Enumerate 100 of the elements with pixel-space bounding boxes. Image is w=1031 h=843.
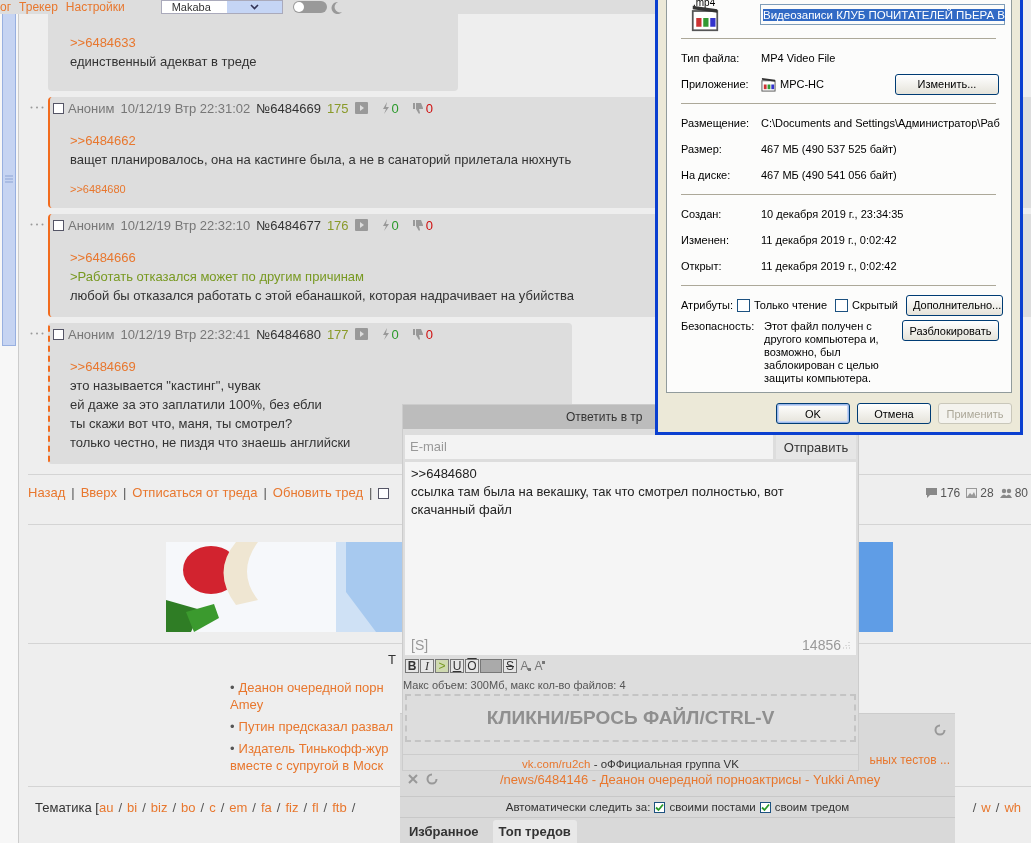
reply-link[interactable]: >>6484666 [70, 248, 136, 267]
nav-link[interactable]: Настройки [65, 0, 125, 14]
font-larger-button[interactable]: A [532, 659, 545, 673]
board-link[interactable]: fa [260, 800, 272, 816]
resize-grip-icon[interactable] [843, 641, 850, 649]
thread-link[interactable]: Отписаться от треда [132, 485, 258, 501]
property-label: Изменен: [681, 234, 730, 246]
post-author: Аноним [68, 100, 115, 116]
post-number[interactable]: №6484677 [256, 217, 321, 233]
thread-checkbox[interactable] [378, 487, 390, 499]
close-icon[interactable] [408, 774, 418, 784]
separator: / [303, 800, 308, 816]
property-label: Размер: [681, 143, 723, 155]
separator: / [118, 800, 123, 816]
strikethrough-button[interactable]: S [503, 659, 517, 673]
quote-button[interactable]: > [435, 659, 449, 673]
follow-checkbox[interactable] [759, 801, 771, 813]
separator: / [200, 800, 205, 816]
unblock-button[interactable]: Разблокировать [902, 320, 999, 341]
lightning-icon[interactable] [381, 102, 389, 114]
news-link[interactable]: Путин предсказал развал [238, 719, 393, 734]
news-link[interactable]: вместе с супругой в Моск [230, 758, 384, 773]
thread-link[interactable]: Назад [28, 485, 66, 501]
play-icon[interactable] [354, 102, 368, 114]
news-link[interactable]: /news/6484146 - Деанон очередной порноактрисы - Yukki Amey [500, 771, 881, 787]
follow-checkbox[interactable] [654, 801, 666, 813]
play-icon[interactable] [354, 328, 368, 340]
message-field[interactable]: >>6484680 ссылка там была на векашку, так что смотрел полностью, вот скачанный файл [S] 14856 [405, 462, 856, 655]
image-count: 28 [980, 485, 994, 501]
reply-link[interactable]: >>6484633 [70, 33, 136, 52]
property-value: C:\Documents and Settings\Администратор\Раб [761, 117, 1000, 129]
file-name-field[interactable]: Видеозаписи КЛУБ ПОЧИТАТЕЛЕЙ ПЬЕРА В [760, 4, 1005, 25]
attribute-checkbox[interactable] [736, 298, 750, 312]
nav-link[interactable]: Трекер [19, 0, 58, 14]
post-author: Аноним [68, 217, 115, 233]
overline-button[interactable]: O [465, 659, 479, 673]
ellipsis-icon[interactable] [30, 106, 44, 109]
separator: / [323, 800, 328, 816]
poster-count: 80 [1014, 485, 1028, 501]
favorite-thread[interactable]: ьных тестов ... [869, 751, 950, 769]
news-link[interactable]: Деанон очередной порн [238, 680, 384, 695]
news-link[interactable]: Amey [230, 697, 264, 712]
reply-link[interactable]: >>6484662 [70, 131, 136, 150]
board-link[interactable]: biz [150, 800, 168, 816]
board-link[interactable]: wh [1004, 800, 1021, 815]
attribute-checkbox[interactable] [835, 298, 849, 312]
spoiler-button[interactable] [480, 659, 502, 673]
post-number[interactable]: №6484680 [256, 326, 321, 342]
grip-icon [5, 175, 13, 184]
play-icon[interactable] [354, 219, 368, 231]
board-link[interactable]: ftb [332, 800, 347, 816]
thumbs-down-icon[interactable] [412, 102, 423, 114]
underline-button[interactable]: U [450, 659, 464, 673]
toggle-switch[interactable] [292, 1, 327, 13]
thread-link[interactable]: Вверх [80, 485, 117, 501]
board-link[interactable]: fl [312, 800, 319, 816]
dislike-count: 0 [425, 217, 434, 233]
submit-button[interactable]: Отправить [776, 435, 856, 459]
post-checkbox[interactable] [53, 219, 64, 231]
separator: | [369, 485, 373, 501]
board-link[interactable]: bo [181, 800, 196, 816]
style-select[interactable]: Makaba [160, 0, 283, 14]
post-index: 176 [326, 217, 349, 233]
nav-link[interactable]: ог [0, 0, 12, 14]
board-link[interactable]: em [229, 800, 248, 816]
panel-tab[interactable]: Топ тредов [492, 820, 577, 843]
vk-link[interactable]: vk.com/ru2ch [522, 758, 591, 770]
reply-link[interactable]: >>6484669 [70, 357, 136, 376]
thumbs-down-icon[interactable] [412, 219, 423, 231]
dialog-button[interactable]: Отмена [857, 403, 931, 424]
refresh-icon[interactable] [426, 773, 438, 785]
scrollbar-thumb[interactable] [2, 14, 16, 346]
change-button[interactable]: Изменить... [895, 73, 999, 95]
post-checkbox[interactable] [53, 102, 64, 114]
board-link[interactable]: c [209, 800, 216, 816]
italic-button[interactable]: I [420, 659, 434, 673]
email-field[interactable]: E-mail [405, 435, 773, 459]
bold-button[interactable]: B [405, 659, 419, 673]
advanced-button[interactable]: Дополнительно... [905, 294, 1003, 316]
dialog-button[interactable]: OK [776, 403, 850, 424]
file-drop-zone[interactable]: КЛИКНИ/БРОСЬ ФАЙЛ/CTRL-V [405, 694, 856, 742]
reply-link[interactable]: >>6484680 [70, 183, 126, 195]
thread-link[interactable]: Обновить тред [272, 485, 363, 501]
thumbs-down-icon[interactable] [412, 328, 423, 340]
board-link[interactable]: bi [127, 800, 138, 816]
lightning-icon[interactable] [381, 328, 389, 340]
refresh-icon[interactable] [934, 724, 946, 736]
font-smaller-button[interactable]: A [518, 659, 531, 673]
lightning-icon[interactable] [381, 219, 389, 231]
post-checkbox[interactable] [53, 328, 64, 340]
news-link[interactable]: Издатель Тинькофф-жур [238, 741, 389, 756]
board-link[interactable]: fiz [285, 800, 299, 816]
post-text: любой бы отказался работать с этой ебанашкой, которая надрачивает на убийства [70, 287, 574, 305]
post-number[interactable]: №6484669 [256, 100, 321, 116]
ellipsis-icon[interactable] [30, 223, 44, 226]
checkbox-label: своим тредом [774, 801, 850, 813]
board-link[interactable]: w [981, 800, 991, 815]
ellipsis-icon[interactable] [30, 332, 44, 335]
property-value: MP4 Video File [761, 52, 836, 64]
separator: / [252, 800, 256, 816]
